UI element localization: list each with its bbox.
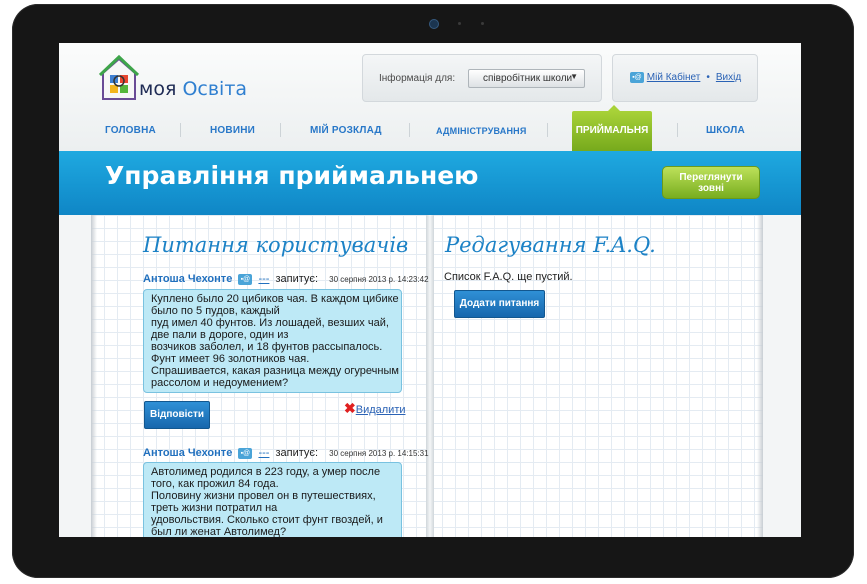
camera-icon (429, 19, 439, 29)
view-outside-label-1: Переглянути (679, 172, 743, 183)
question-line: две пали в дороге, один из (151, 329, 289, 341)
site-logo[interactable]: моя Освіта (99, 53, 249, 101)
info-for-panel: Інформація для: співробітник школи ▼ (362, 54, 602, 102)
question-line: Фунт имеет 96 золотников чая. (151, 353, 310, 365)
nav-separator (280, 123, 281, 137)
question-author-dash[interactable]: --- (258, 447, 269, 459)
nav-separator (180, 123, 181, 137)
question-line: Половину жизни провел он в путешествиях, (151, 490, 376, 502)
separator-dot: • (706, 72, 710, 84)
question-bubble: Куплено было 20 цибиков чая. В каждом ци… (143, 289, 402, 393)
role-select-value: співробітник школи (483, 73, 573, 84)
delete-x-icon: ✖ (344, 400, 356, 416)
column-divider (426, 215, 434, 537)
view-outside-label-2: зовні (698, 183, 724, 194)
brand-name-part: моя (139, 78, 183, 100)
nav-item-news[interactable]: НОВИНИ (210, 125, 255, 136)
asked-label: запитує: (275, 447, 319, 459)
nav-item-home[interactable]: ГОЛОВНА (105, 125, 156, 136)
nav-separator (547, 123, 548, 137)
dropdown-arrow-icon: ▼ (570, 72, 578, 81)
faq-empty-text: Список F.A.Q. ще пустий. (444, 271, 573, 283)
question-line: Куплено было 20 цибиков чая. В каждом ци… (151, 293, 399, 305)
question-line: удовольствия. Сколько стоит фунт гвоздей… (151, 514, 383, 526)
question-date: 30 серпня 2013 р. 14:23:42 (329, 275, 429, 284)
question-line: треть жизни потратил на (151, 502, 278, 514)
brand-name-accent: Освіта (182, 78, 248, 100)
info-for-label: Інформація для: (379, 73, 456, 84)
house-logo-icon (99, 54, 140, 100)
page-title: Управління приймальнею (105, 161, 479, 190)
nav-separator (677, 123, 678, 137)
site-header: моя Освіта Інформація для: співробітник … (59, 43, 801, 151)
page-edge-shadow (91, 215, 97, 537)
question-line: Спрашивается, какая разница между огуреч… (151, 365, 399, 377)
nav-item-schedule[interactable]: МІЙ РОЗКЛАД (310, 125, 382, 136)
question-date: 30 серпня 2013 р. 14:15:31 (329, 449, 429, 458)
question-author[interactable]: Антоша Чехонте (143, 447, 232, 459)
nav-item-reception-label: ПРИЙМАЛЬНЯ (575, 125, 649, 136)
question-line: рассолом и недоумением? (151, 377, 289, 389)
question-line: пуд имел 40 фунтов. Из лошадей, везших ч… (151, 317, 389, 329)
question-line: был ли женат Автолимед? (151, 526, 287, 537)
logout-link[interactable]: Вихід (716, 72, 741, 83)
brand-name: моя Освіта (139, 78, 247, 100)
delete-label: Видалити (355, 404, 406, 416)
main-nav: ГОЛОВНА НОВИНИ МІЙ РОЗКЛАД АДМІНІСТРУВАН… (59, 115, 801, 151)
faq-title: Редагування F.A.Q. (445, 233, 656, 257)
add-question-button[interactable]: Додати питання (454, 290, 545, 318)
question-header: Антоша Чехонте ▪@ --- запитує: 30 серпня… (143, 273, 429, 285)
user-card-icon: ▪@ (238, 447, 253, 459)
nav-item-school[interactable]: ШКОЛА (706, 125, 745, 136)
question-header: Антоша Чехонте ▪@ --- запитує: 30 серпня… (143, 447, 429, 459)
questions-title: Питання користувачів (143, 233, 409, 257)
asked-label: запитує: (275, 273, 319, 285)
user-card-icon: ▪@ (238, 273, 253, 285)
user-panel: ▪@ Мій Кабінет • Вихід (612, 54, 758, 102)
sensor-dot (481, 22, 484, 25)
reply-button[interactable]: Відповісти (144, 401, 210, 429)
question-line: было по 5 пудов, каждый (151, 305, 280, 317)
question-author[interactable]: Антоша Чехонте (143, 273, 232, 285)
user-card-icon: ▪@ (630, 72, 644, 83)
my-cabinet-link[interactable]: Мій Кабінет (647, 72, 701, 83)
screen: моя Освіта Інформація для: співробітник … (59, 43, 801, 537)
question-line: того, как прожил 84 года. (151, 478, 279, 490)
page-banner: Управління приймальнею Переглянути зовні (59, 151, 801, 215)
nav-item-admin[interactable]: АДМІНІСТРУВАННЯ (436, 126, 527, 136)
question-line: Автолимед родился в 223 году, а умер пос… (151, 466, 381, 478)
delete-link[interactable]: ✖Видалити (344, 400, 406, 417)
user-links: ▪@ Мій Кабінет • Вихід (630, 72, 741, 83)
page-edge-shadow (757, 215, 763, 537)
role-select[interactable]: співробітник школи ▼ (468, 69, 585, 88)
view-outside-button[interactable]: Переглянути зовні (662, 166, 760, 199)
sensor-dot (458, 22, 461, 25)
question-line: возчиков заболел, и 18 фунтов рассыпалос… (151, 341, 383, 353)
question-bubble: Автолимед родился в 223 году, а умер пос… (143, 462, 402, 537)
question-author-dash[interactable]: --- (258, 273, 269, 285)
nav-separator (409, 123, 410, 137)
